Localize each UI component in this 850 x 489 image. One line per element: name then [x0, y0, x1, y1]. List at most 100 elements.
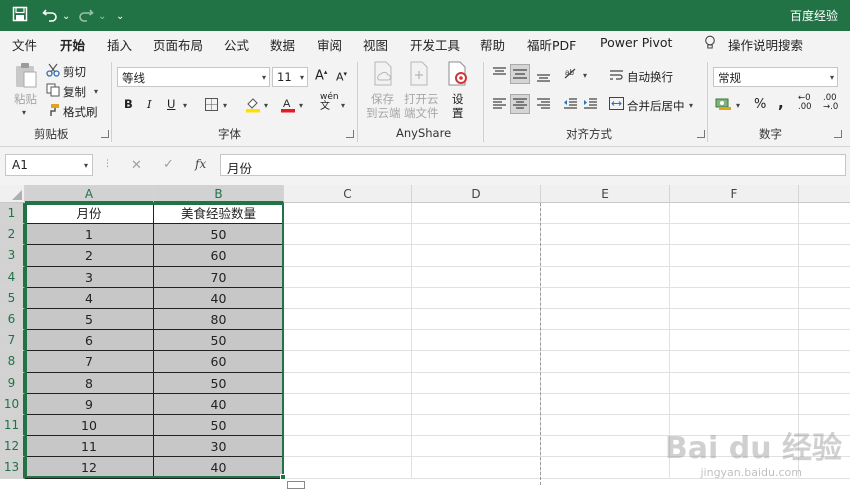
row-header[interactable]: 5 [0, 288, 25, 309]
align-top-icon[interactable] [492, 66, 507, 84]
data-cell[interactable]: 60 [154, 351, 284, 372]
data-cell[interactable]: 80 [154, 309, 284, 330]
font-launcher-icon[interactable] [346, 130, 354, 138]
open-cloud-file-icon[interactable] [408, 61, 430, 90]
data-cell[interactable]: 40 [154, 394, 284, 415]
data-cell[interactable]: 50 [154, 373, 284, 394]
cell[interactable] [412, 394, 541, 415]
row-header[interactable]: 8 [0, 351, 25, 372]
cell[interactable] [284, 267, 412, 288]
open-cloud-file-label-2[interactable]: 端文件 [404, 105, 439, 121]
data-cell[interactable]: 70 [154, 267, 284, 288]
cell[interactable] [799, 203, 850, 224]
borders-icon[interactable] [205, 98, 218, 114]
quick-analysis-icon[interactable] [287, 481, 305, 489]
settings-icon[interactable] [446, 61, 470, 90]
cell[interactable] [412, 203, 541, 224]
redo-icon[interactable] [78, 6, 94, 27]
phonetic-guide-button[interactable]: wén文 [320, 93, 339, 112]
enter-icon[interactable]: ✓ [163, 157, 174, 172]
cell[interactable] [799, 351, 850, 372]
row-header[interactable]: 3 [0, 245, 25, 266]
data-cell[interactable]: 50 [154, 224, 284, 245]
tab-power-pivot[interactable]: Power Pivot [600, 35, 672, 50]
cell[interactable] [284, 457, 412, 478]
cell[interactable] [799, 373, 850, 394]
data-cell[interactable]: 7 [25, 351, 154, 372]
formula-input[interactable]: 月份 [220, 154, 846, 176]
cut-icon[interactable] [46, 63, 60, 80]
insert-function-icon[interactable]: fx [195, 157, 206, 171]
bold-button[interactable]: B [124, 97, 133, 111]
data-cell[interactable]: 50 [154, 330, 284, 351]
cell[interactable] [799, 330, 850, 351]
comma-style-button[interactable]: , [778, 94, 784, 112]
number-launcher-icon[interactable] [834, 130, 842, 138]
number-format-select[interactable]: 常规 ▾ [713, 67, 838, 87]
data-cell[interactable]: 8 [25, 373, 154, 394]
font-color-icon[interactable]: A [280, 96, 296, 116]
paste-icon[interactable] [14, 62, 38, 91]
cell[interactable] [670, 373, 799, 394]
cell[interactable] [412, 457, 541, 478]
orientation-dropdown-icon[interactable]: ▾ [583, 71, 587, 80]
cell[interactable] [670, 288, 799, 309]
data-cell[interactable]: 40 [154, 457, 284, 478]
cell[interactable] [412, 330, 541, 351]
cell[interactable] [541, 330, 670, 351]
cell[interactable] [541, 457, 670, 478]
data-cell[interactable]: 11 [25, 436, 154, 457]
cell[interactable] [284, 415, 412, 436]
decrease-indent-icon[interactable] [563, 96, 578, 114]
cell[interactable] [284, 245, 412, 266]
data-cell[interactable]: 9 [25, 394, 154, 415]
copy-icon[interactable] [46, 83, 60, 100]
cell[interactable] [541, 288, 670, 309]
cut-button[interactable]: 剪切 [63, 64, 86, 80]
decrease-decimal-icon[interactable]: .00→.0 [823, 94, 838, 112]
row-header[interactable]: 11 [0, 415, 25, 436]
fill-color-icon[interactable] [245, 96, 261, 116]
column-header-f[interactable]: F [670, 185, 799, 203]
cell[interactable] [541, 309, 670, 330]
font-color-dropdown-icon[interactable]: ▾ [299, 101, 303, 110]
cell[interactable] [670, 309, 799, 330]
column-header-g[interactable] [799, 185, 850, 203]
fill-handle[interactable] [280, 474, 286, 480]
percent-style-button[interactable]: % [754, 97, 766, 112]
data-cell[interactable]: 3 [25, 267, 154, 288]
header-cell[interactable]: 月份 [25, 203, 154, 224]
paste-button[interactable]: 粘贴 [14, 91, 37, 107]
data-cell[interactable]: 12 [25, 457, 154, 478]
format-painter-button[interactable]: 格式刷 [63, 104, 98, 120]
cell[interactable] [412, 373, 541, 394]
cell[interactable] [412, 267, 541, 288]
tab-review[interactable]: 审阅 [317, 35, 342, 54]
data-cell[interactable]: 6 [25, 330, 154, 351]
fill-color-dropdown-icon[interactable]: ▾ [264, 101, 268, 110]
font-name-select[interactable]: 等线 ▾ [117, 67, 270, 87]
cell[interactable] [670, 351, 799, 372]
cell[interactable] [412, 245, 541, 266]
merge-center-button[interactable]: 合并后居中 [627, 98, 685, 114]
row-header[interactable]: 2 [0, 224, 25, 245]
row-header[interactable]: 10 [0, 394, 25, 415]
save-to-cloud-icon[interactable] [372, 61, 394, 90]
undo-icon[interactable] [42, 6, 58, 27]
cell[interactable] [670, 267, 799, 288]
row-header[interactable]: 1 [0, 203, 25, 224]
row-header[interactable]: 9 [0, 373, 25, 394]
tab-insert[interactable]: 插入 [107, 35, 132, 54]
cell[interactable] [670, 394, 799, 415]
cell[interactable] [541, 245, 670, 266]
data-cell[interactable]: 30 [154, 436, 284, 457]
cell[interactable] [670, 330, 799, 351]
underline-button[interactable]: U [167, 97, 175, 111]
copy-dropdown-icon[interactable]: ▾ [94, 87, 98, 96]
cell[interactable] [284, 351, 412, 372]
row-header[interactable]: 13 [0, 457, 25, 478]
cell[interactable] [412, 309, 541, 330]
tab-help[interactable]: 帮助 [480, 35, 505, 54]
format-painter-icon[interactable] [46, 103, 60, 120]
increase-decimal-icon[interactable]: ←0.00 [798, 94, 812, 112]
